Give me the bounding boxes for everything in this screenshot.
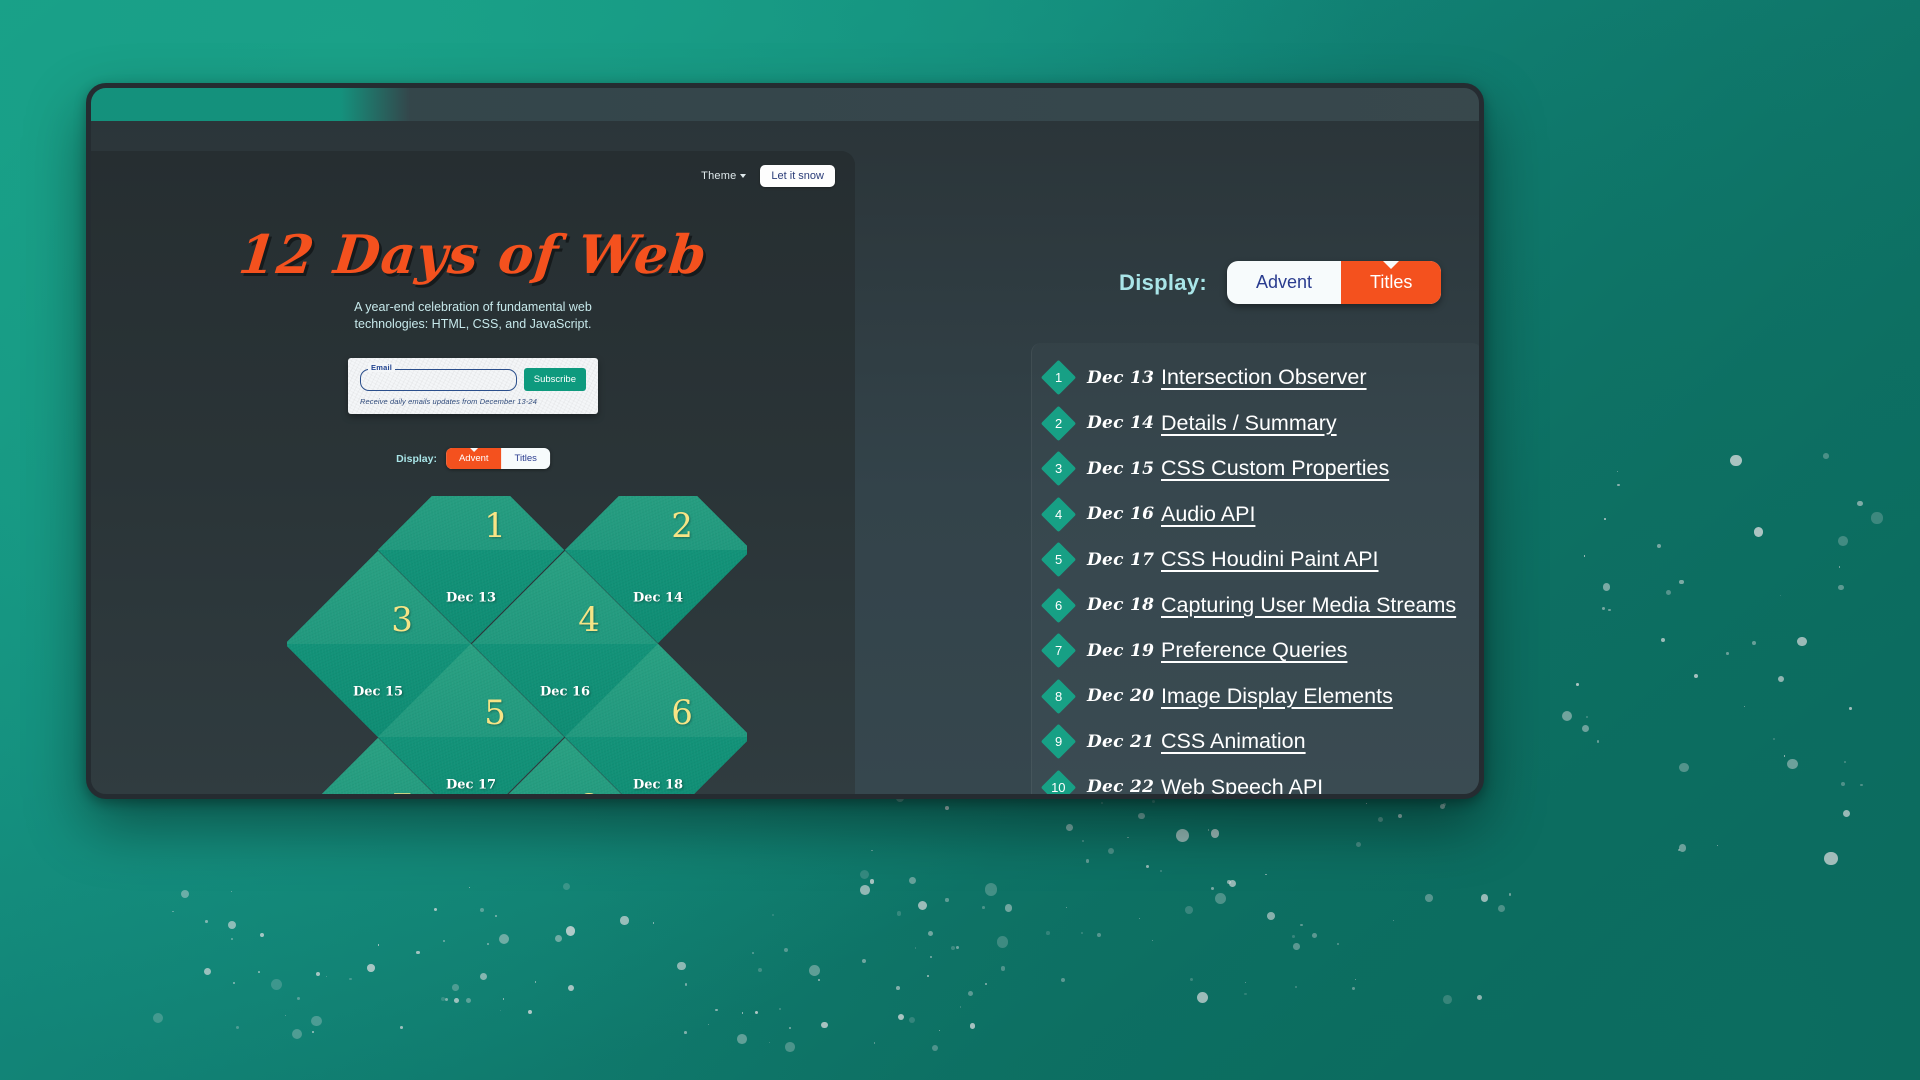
day-date: Dec 18 bbox=[1087, 595, 1155, 616]
list-item[interactable]: 10 Dec 22 Web Speech API bbox=[1040, 765, 1479, 798]
day-number: 4 bbox=[1054, 506, 1063, 522]
day-title-link[interactable]: CSS Custom Properties bbox=[1161, 456, 1389, 481]
list-item[interactable]: 5 Dec 17 CSS Houdini Paint API bbox=[1040, 537, 1479, 583]
tile-day-number: 8 bbox=[578, 786, 600, 794]
main-tab-advent[interactable]: Advent bbox=[1227, 261, 1341, 304]
inner-display-toggle-group: Display: Advent Titles bbox=[396, 448, 550, 469]
site-brand: 12 Days of Web A year-end celebration of… bbox=[91, 224, 855, 333]
day-number-diamond-icon: 8 bbox=[1040, 678, 1077, 714]
day-number-diamond-icon: 4 bbox=[1040, 496, 1077, 532]
email-field-wrapper: Email bbox=[360, 362, 517, 391]
day-date: Dec 17 bbox=[1087, 549, 1155, 570]
day-date: Dec 15 bbox=[1087, 458, 1155, 479]
tile-day-date: Dec 15 bbox=[352, 684, 403, 700]
site-tagline: A year-end celebration of fundamental we… bbox=[91, 299, 855, 333]
theme-menu-label: Theme bbox=[701, 170, 737, 182]
day-title-link[interactable]: Details / Summary bbox=[1161, 411, 1337, 436]
tile-day-number: 3 bbox=[390, 599, 413, 640]
window-content-area: Theme Let it snow 12 Days of Web A year-… bbox=[91, 121, 1479, 794]
subscribe-button[interactable]: Subscribe bbox=[523, 368, 586, 391]
site-header: Theme Let it snow bbox=[701, 165, 835, 187]
day-number: 6 bbox=[1054, 597, 1063, 613]
day-date: Dec 21 bbox=[1087, 731, 1155, 752]
tile-day-number: 6 bbox=[671, 692, 694, 733]
day-title-link[interactable]: Image Display Elements bbox=[1161, 684, 1393, 709]
chevron-down-icon bbox=[740, 174, 747, 178]
day-title-link[interactable]: Capturing User Media Streams bbox=[1161, 593, 1456, 618]
day-date: Dec 20 bbox=[1087, 686, 1155, 707]
theme-menu-button[interactable]: Theme bbox=[701, 170, 747, 182]
day-title-link[interactable]: Preference Queries bbox=[1161, 638, 1347, 663]
main-display-segmented-control: Advent Titles bbox=[1226, 261, 1442, 304]
main-tab-titles[interactable]: Titles bbox=[1341, 261, 1442, 304]
list-item[interactable]: 1 Dec 13 Intersection Observer bbox=[1040, 355, 1479, 401]
day-title-link[interactable]: CSS Animation bbox=[1161, 729, 1306, 754]
day-date: Dec 16 bbox=[1087, 504, 1155, 525]
tile-day-number: 1 bbox=[484, 505, 507, 546]
page-title: 12 Days of Web bbox=[235, 224, 711, 286]
day-number-diamond-icon: 9 bbox=[1040, 724, 1077, 760]
email-field-label: Email bbox=[368, 362, 396, 372]
browser-window: Theme Let it snow 12 Days of Web A year-… bbox=[86, 83, 1484, 799]
inner-display-label: Display: bbox=[396, 452, 437, 465]
subscribe-form: Email Subscribe Receive daily emails upd… bbox=[348, 358, 598, 414]
list-item[interactable]: 9 Dec 21 CSS Animation bbox=[1040, 719, 1479, 765]
list-item[interactable]: 6 Dec 18 Capturing User Media Streams bbox=[1040, 583, 1479, 629]
tagline-line-1: A year-end celebration of fundamental we… bbox=[354, 300, 592, 314]
day-number-diamond-icon: 5 bbox=[1040, 542, 1077, 578]
day-number-diamond-icon: 7 bbox=[1040, 633, 1077, 669]
email-field[interactable] bbox=[360, 368, 517, 391]
inner-tab-advent[interactable]: Advent bbox=[445, 448, 502, 469]
tile-day-number: 5 bbox=[484, 692, 507, 733]
main-display-toggle-group: Display: Advent Titles bbox=[1119, 261, 1442, 304]
embedded-site-canvas: Theme Let it snow 12 Days of Web A year-… bbox=[91, 151, 855, 794]
main-display-label: Display: bbox=[1119, 269, 1207, 295]
tile-day-number: 4 bbox=[577, 599, 600, 640]
advent-calendar-grid: 1 Dec 13 2 Dec 14 3 Dec 15 4 Dec 16 5 Dec 17 6 Dec … bbox=[287, 496, 747, 794]
inner-display-segmented-control: Advent Titles bbox=[445, 448, 550, 469]
tile-day-number: 7 bbox=[391, 786, 413, 794]
day-title-link[interactable]: Audio API bbox=[1161, 502, 1255, 527]
day-title-link[interactable]: CSS Houdini Paint API bbox=[1161, 547, 1379, 572]
tile-day-date: Dec 13 bbox=[445, 591, 497, 607]
tile-day-date: Dec 17 bbox=[445, 778, 497, 794]
tile-day-number: 2 bbox=[671, 505, 694, 546]
day-number: 5 bbox=[1054, 552, 1063, 568]
list-item[interactable]: 2 Dec 14 Details / Summary bbox=[1040, 401, 1479, 447]
day-number: 9 bbox=[1054, 734, 1063, 750]
subscribe-row: Email Subscribe bbox=[360, 362, 586, 391]
day-date: Dec 19 bbox=[1087, 640, 1155, 661]
day-number-diamond-icon: 10 bbox=[1040, 769, 1077, 795]
day-date: Dec 13 bbox=[1087, 367, 1155, 388]
day-number: 1 bbox=[1054, 370, 1063, 386]
day-title-link[interactable]: Web Speech API bbox=[1161, 775, 1323, 794]
day-date: Dec 22 bbox=[1087, 777, 1155, 798]
day-number-diamond-icon: 2 bbox=[1040, 405, 1077, 441]
day-date: Dec 14 bbox=[1087, 413, 1155, 434]
day-number: 10 bbox=[1051, 779, 1066, 795]
subscribe-help-text: Receive daily emails updates from Decemb… bbox=[360, 397, 537, 406]
list-item[interactable]: 7 Dec 19 Preference Queries bbox=[1040, 628, 1479, 674]
day-number: 7 bbox=[1054, 643, 1063, 659]
day-number-diamond-icon: 1 bbox=[1040, 360, 1077, 396]
day-number: 3 bbox=[1054, 461, 1063, 477]
let-it-snow-button[interactable]: Let it snow bbox=[760, 165, 835, 187]
tile-day-date: Dec 14 bbox=[632, 591, 684, 607]
day-title-link[interactable]: Intersection Observer bbox=[1161, 365, 1367, 390]
day-number-diamond-icon: 3 bbox=[1040, 451, 1077, 487]
day-number: 8 bbox=[1054, 688, 1063, 704]
list-item[interactable]: 3 Dec 15 CSS Custom Properties bbox=[1040, 446, 1479, 492]
list-item[interactable]: 8 Dec 20 Image Display Elements bbox=[1040, 674, 1479, 720]
titles-list: 1 Dec 13 Intersection Observer 2 Dec 14 Detai… bbox=[1040, 355, 1479, 798]
tile-day-date: Dec 18 bbox=[632, 778, 684, 794]
day-number: 2 bbox=[1054, 415, 1063, 431]
tile-day-date: Dec 16 bbox=[539, 684, 590, 700]
embedded-site-window: Theme Let it snow 12 Days of Web A year-… bbox=[91, 151, 855, 794]
window-title-bar bbox=[91, 88, 1479, 121]
day-number-diamond-icon: 6 bbox=[1040, 587, 1077, 623]
inner-tab-titles[interactable]: Titles bbox=[502, 448, 550, 469]
titles-list-panel: 1 Dec 13 Intersection Observer 2 Dec 14 Detai… bbox=[1031, 343, 1479, 798]
tagline-line-2: technologies: HTML, CSS, and JavaScript. bbox=[354, 316, 592, 331]
list-item[interactable]: 4 Dec 16 Audio API bbox=[1040, 492, 1479, 538]
